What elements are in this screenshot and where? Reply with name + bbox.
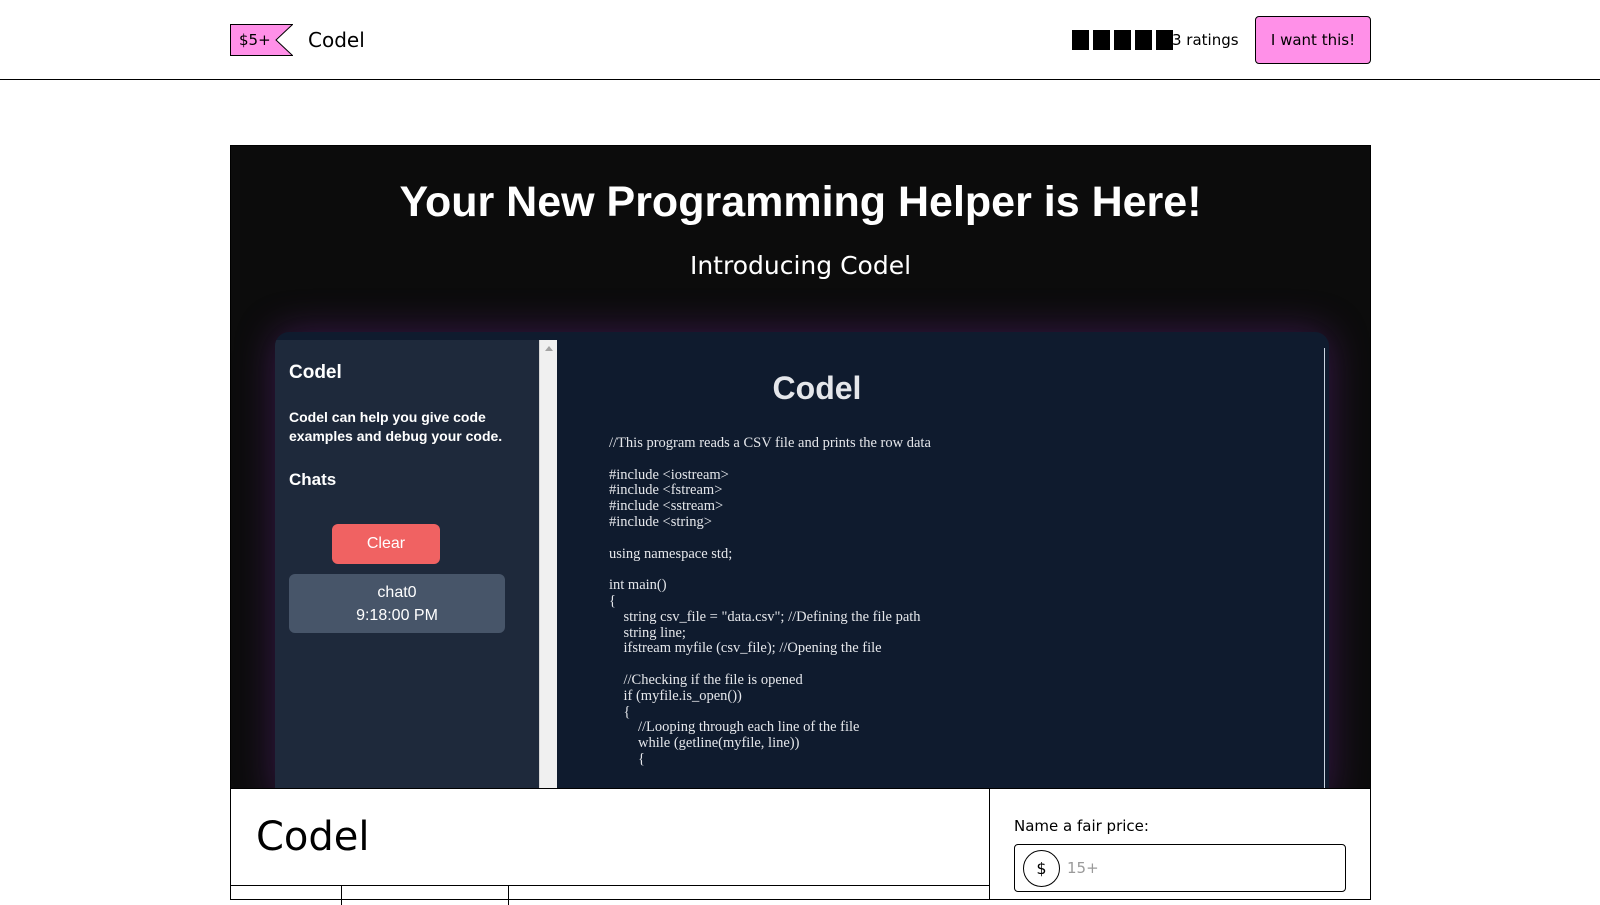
price-label: Name a fair price: [1014, 817, 1149, 835]
chat-name: chat0 [377, 584, 417, 601]
chat-time: 9:18:00 PM [356, 607, 438, 624]
pricing-panel: Name a fair price: $ [990, 788, 1371, 900]
star-icon [1114, 30, 1131, 50]
chat-list-item[interactable]: chat0 9:18:00 PM [289, 574, 505, 633]
hero-title: Your New Programming Helper is Here! [399, 178, 1202, 226]
product-title: Codel [256, 814, 370, 860]
app-preview-screenshot: Codel Codel can help you give code examp… [275, 332, 1329, 788]
clear-button[interactable]: Clear [332, 524, 440, 564]
star-icon [1156, 30, 1173, 50]
divider [341, 885, 342, 905]
sidebar-scrollbar[interactable] [539, 340, 557, 788]
hero-subtitle: Introducing Codel [689, 251, 912, 280]
rating-stars[interactable] [1072, 30, 1173, 50]
product-name[interactable]: Codel [308, 27, 365, 53]
price-tag: $5+ [230, 24, 293, 56]
price-tag-label: $5+ [239, 31, 271, 49]
ratings-count[interactable]: 3 ratings [1172, 30, 1239, 50]
star-icon [1072, 30, 1089, 50]
app-sidebar: Codel Codel can help you give code examp… [275, 340, 539, 788]
currency-badge: $ [1023, 850, 1060, 887]
scroll-up-arrow-icon[interactable] [545, 346, 553, 351]
chats-heading: Chats [289, 470, 337, 489]
main-title: Codel [772, 370, 862, 406]
i-want-this-button[interactable]: I want this! [1255, 16, 1371, 64]
product-info-panel: Codel [230, 788, 990, 905]
star-icon [1135, 30, 1152, 50]
top-navigation-bar: $5+ Codel 3 ratings I want this! [0, 0, 1600, 80]
star-icon [1093, 30, 1110, 50]
hero-cover: Your New Programming Helper is Here! Int… [230, 145, 1371, 788]
divider [230, 885, 990, 886]
price-field[interactable]: $ [1014, 844, 1346, 892]
divider [508, 885, 509, 905]
sidebar-title: Codel [289, 362, 342, 383]
code-sample: //This program reads a CSV file and prin… [609, 435, 931, 767]
price-input[interactable] [1067, 851, 1337, 885]
sidebar-description: Codel can help you give code examples an… [289, 409, 503, 444]
content-divider [1324, 348, 1325, 788]
